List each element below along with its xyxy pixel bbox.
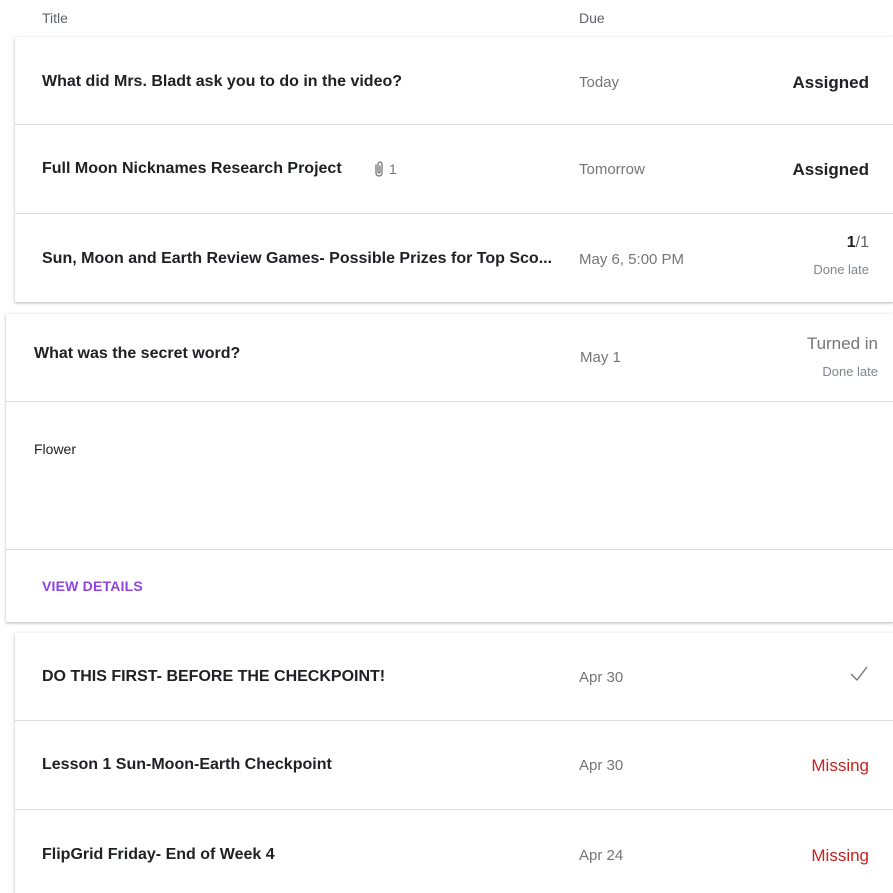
assignment-status: Missing: [811, 846, 869, 865]
assignment-due: Apr 30: [579, 757, 624, 774]
due-column-header: Due: [579, 10, 605, 26]
assignment-status: Assigned: [792, 73, 869, 92]
student-answer: Flower: [34, 441, 77, 457]
assignment-status: Assigned: [792, 160, 869, 179]
assignment-due: May 6, 5:00 PM: [579, 251, 685, 268]
assignment-card-bottom: DO THIS FIRST- BEFORE THE CHECKPOINT! Ap…: [15, 633, 893, 893]
assignment-title: Lesson 1 Sun-Moon-Earth Checkpoint: [42, 756, 332, 773]
assignment-card-top: What did Mrs. Bladt ask you to do in the…: [15, 37, 893, 302]
assignment-title: Full Moon Nicknames Research Project: [42, 160, 342, 177]
assignment-title: FlipGrid Friday- End of Week 4: [42, 846, 275, 863]
title-column-header: Title: [42, 10, 68, 26]
answer-section: [6, 402, 893, 550]
assignment-title: What was the secret word?: [34, 345, 241, 362]
assignment-due: May 1: [580, 349, 621, 366]
assignment-status: Turned in: [806, 334, 878, 353]
assignment-row[interactable]: FlipGrid Friday- End of Week 4 Apr 24 Mi…: [15, 810, 893, 893]
grade-points: 1: [846, 234, 856, 251]
attachment-indicator: 1: [373, 160, 397, 178]
assignment-due: Apr 30: [579, 669, 624, 686]
done-late-label: Done late: [813, 262, 869, 277]
assignment-title: What did Mrs. Bladt ask you to do in the…: [42, 73, 403, 90]
assignment-row[interactable]: Sun, Moon and Earth Review Games- Possib…: [15, 214, 893, 302]
paperclip-icon: [375, 161, 383, 177]
assignment-title: Sun, Moon and Earth Review Games- Possib…: [42, 250, 553, 267]
assignment-row[interactable]: Lesson 1 Sun-Moon-Earth Checkpoint Apr 3…: [15, 721, 893, 810]
assignment-due: Apr 24: [579, 847, 624, 864]
assignment-card-expanded: What was the secret word? May 1 Turned i…: [6, 314, 893, 622]
assignment-due: Tomorrow: [579, 161, 645, 178]
assignment-status: Missing: [811, 756, 869, 775]
assignment-row[interactable]: DO THIS FIRST- BEFORE THE CHECKPOINT! Ap…: [15, 633, 893, 721]
checkmark-icon: [849, 665, 869, 688]
assignment-due: Today: [579, 74, 620, 91]
assignment-title: DO THIS FIRST- BEFORE THE CHECKPOINT!: [42, 668, 386, 685]
assignment-row-expanded[interactable]: What was the secret word? May 1 Turned i…: [6, 314, 893, 402]
assignment-grade: 1/1: [847, 234, 869, 252]
assignment-row[interactable]: What did Mrs. Bladt ask you to do in the…: [15, 37, 893, 125]
attachment-count: 1: [389, 161, 397, 177]
assignment-row[interactable]: Full Moon Nicknames Research Project 1 T…: [15, 125, 893, 214]
grade-total: /1: [855, 234, 869, 251]
column-header: Title Due: [0, 0, 893, 36]
classwork-list: Title Due What did Mrs. Bladt ask you to…: [0, 0, 893, 893]
view-details-link[interactable]: VIEW DETAILS: [42, 578, 143, 594]
done-late-label: Done late: [822, 364, 878, 379]
